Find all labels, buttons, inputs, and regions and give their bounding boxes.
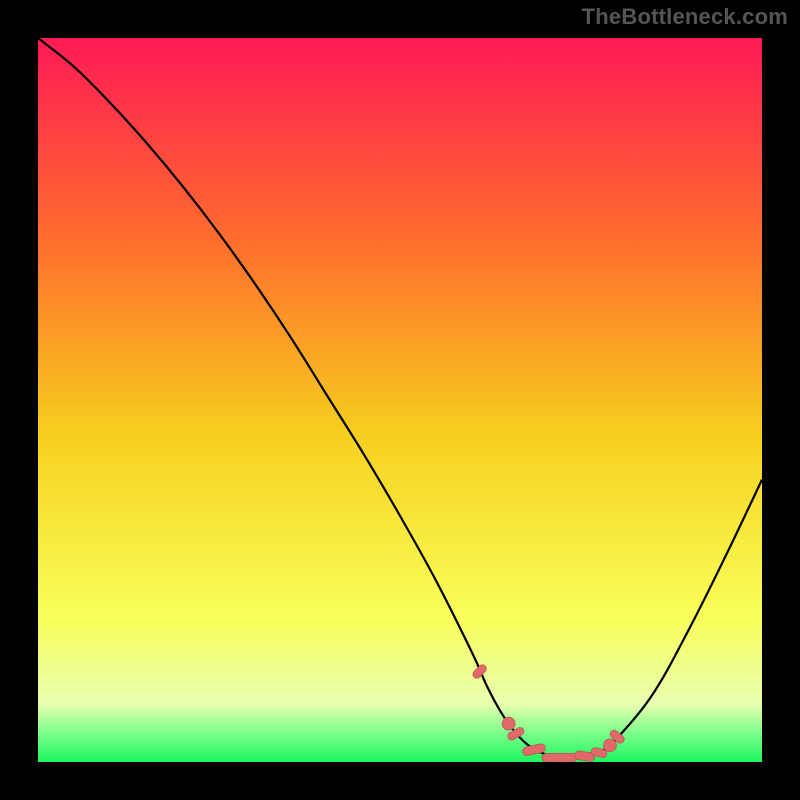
- curve-marker-1: [502, 717, 515, 730]
- curve-marker-4: [542, 753, 577, 762]
- curve-marker-3: [522, 743, 546, 756]
- attribution-label: TheBottleneck.com: [582, 4, 788, 30]
- curve-layer: [38, 38, 762, 762]
- chart-frame: TheBottleneck.com: [0, 0, 800, 800]
- curve-marker-0: [471, 663, 488, 680]
- plot-area: [38, 38, 762, 762]
- curve-marker-7: [603, 739, 616, 752]
- bottleneck-curve: [38, 38, 762, 758]
- marker-layer: [471, 663, 626, 762]
